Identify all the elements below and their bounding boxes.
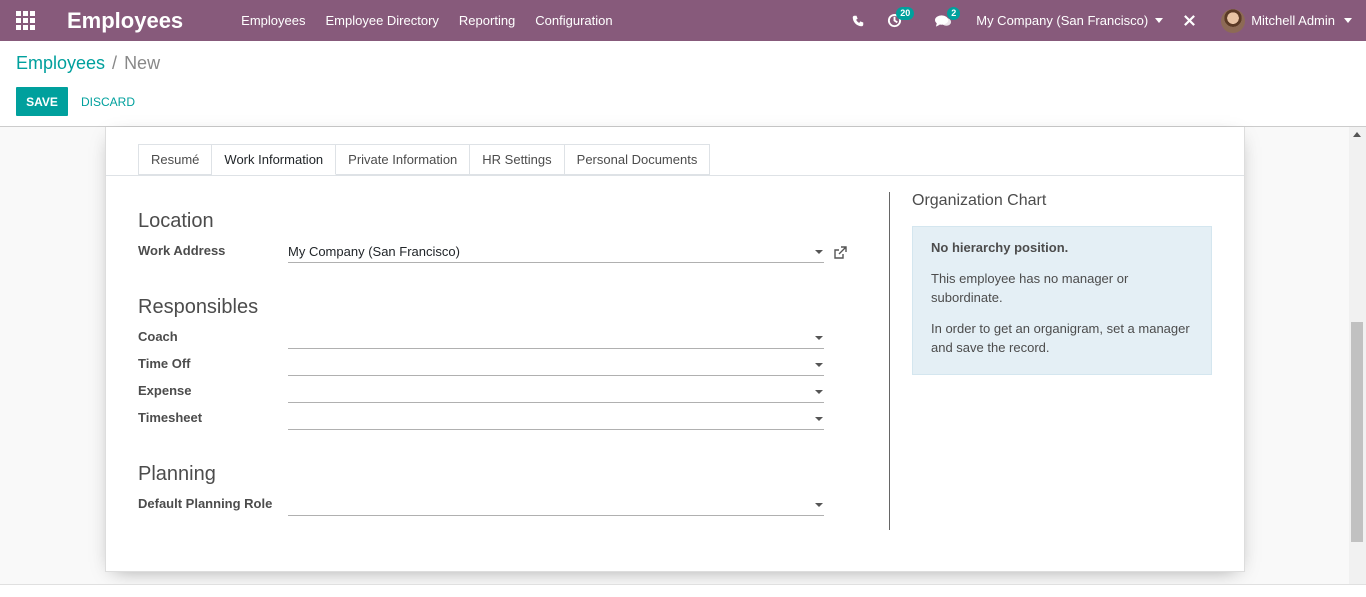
discard-button[interactable]: DISCARD	[81, 87, 135, 116]
coach-field[interactable]	[288, 327, 824, 349]
work-address-field[interactable]: My Company (San Francisco)	[288, 241, 824, 263]
section-title-planning: Planning	[138, 463, 216, 485]
section-title-location: Location	[138, 210, 214, 232]
chevron-down-icon	[815, 503, 823, 507]
messages-badge: 2	[947, 7, 961, 20]
org-chart-alert: No hierarchy position. This employee has…	[912, 226, 1212, 375]
chevron-down-icon	[1344, 18, 1352, 23]
app-brand[interactable]: Employees	[67, 8, 183, 34]
chevron-down-icon	[815, 390, 823, 394]
menu-item-configuration[interactable]: Configuration	[525, 0, 622, 41]
time-off-label: Time Off	[138, 356, 191, 371]
work-address-label: Work Address	[138, 243, 226, 258]
avatar	[1221, 8, 1246, 33]
menu-item-employee-directory[interactable]: Employee Directory	[315, 0, 448, 41]
breadcrumb-separator: /	[112, 53, 118, 73]
tab-private-information[interactable]: Private Information	[336, 144, 471, 175]
notebook-tabs: Resumé Work Information Private Informat…	[138, 144, 711, 175]
org-chart-message: This employee has no manager or subordin…	[931, 271, 1129, 305]
breadcrumb: Employees / New	[16, 53, 160, 74]
chevron-down-icon	[1155, 18, 1164, 23]
activities-button[interactable]: 20	[874, 0, 926, 41]
bottom-bar	[0, 584, 1366, 597]
coach-label: Coach	[138, 329, 178, 344]
org-chart-divider	[889, 192, 890, 530]
tab-work-information[interactable]: Work Information	[212, 144, 337, 175]
apps-icon	[15, 11, 35, 30]
activities-badge: 20	[896, 7, 915, 20]
chevron-down-icon	[815, 363, 823, 367]
company-name: My Company (San Francisco)	[976, 13, 1149, 28]
user-name: Mitchell Admin	[1251, 13, 1335, 28]
timesheet-label: Timesheet	[138, 410, 203, 425]
main-menu: Employees Employee Directory Reporting C…	[231, 0, 622, 41]
phone-icon	[852, 15, 864, 26]
section-title-responsibles: Responsibles	[138, 296, 259, 318]
tab-hr-settings[interactable]: HR Settings	[470, 144, 565, 175]
org-chart-hint: In order to get an organigram, set a man…	[931, 321, 1190, 355]
top-navbar: Employees Employees Employee Directory R…	[0, 0, 1366, 41]
expense-field[interactable]	[288, 381, 824, 403]
company-switcher[interactable]: My Company (San Francisco)	[976, 13, 1164, 28]
timesheet-field[interactable]	[288, 408, 824, 430]
menu-item-reporting[interactable]: Reporting	[449, 0, 525, 41]
org-chart-heading: No hierarchy position.	[931, 240, 1069, 255]
save-button[interactable]: SAVE	[16, 87, 68, 116]
planning-role-field[interactable]	[288, 494, 824, 516]
user-menu[interactable]: Mitchell Admin	[1221, 8, 1352, 33]
chevron-down-icon	[815, 417, 823, 421]
tab-personal-documents[interactable]: Personal Documents	[564, 144, 711, 175]
external-link-icon	[834, 246, 847, 259]
scroll-up-arrow[interactable]	[1353, 132, 1361, 137]
form-sheet: Resumé Work Information Private Informat…	[105, 127, 1245, 572]
work-address-value: My Company (San Francisco)	[288, 244, 460, 259]
org-chart-title: Organization Chart	[912, 192, 1047, 209]
scroll-thumb[interactable]	[1351, 322, 1363, 542]
menu-item-employees[interactable]: Employees	[231, 0, 315, 41]
messages-button[interactable]: 2	[926, 0, 970, 41]
chevron-down-icon	[815, 336, 823, 340]
tab-resume[interactable]: Resumé	[138, 144, 213, 175]
expense-label: Expense	[138, 383, 192, 398]
apps-menu-button[interactable]	[0, 0, 50, 41]
close-icon	[1183, 15, 1195, 26]
chevron-down-icon	[815, 250, 823, 254]
time-off-field[interactable]	[288, 354, 824, 376]
debug-close-button[interactable]	[1177, 0, 1201, 41]
external-link-button[interactable]	[833, 246, 847, 263]
breadcrumb-current: New	[124, 53, 161, 73]
tabs-divider	[106, 175, 1244, 176]
control-panel: Employees / New SAVE DISCARD	[0, 41, 1366, 127]
breadcrumb-employees[interactable]: Employees	[16, 53, 105, 74]
phone-button[interactable]	[842, 0, 874, 41]
planning-role-label: Default Planning Role	[138, 496, 273, 511]
vertical-scrollbar[interactable]	[1349, 127, 1366, 584]
